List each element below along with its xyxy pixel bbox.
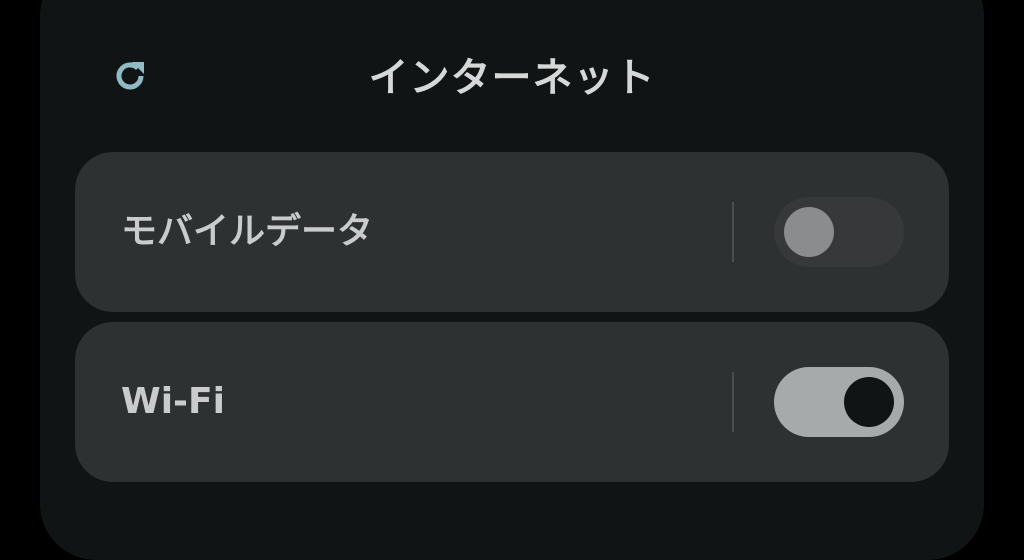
mobile-data-label: モバイルデータ [121,211,374,252]
page-title: インターネット [368,55,656,101]
divider [732,202,734,262]
mobile-data-toggle[interactable] [774,197,904,267]
wifi-label: Wi-Fi [121,381,225,422]
toggle-knob [844,377,894,427]
mobile-data-card[interactable]: モバイルデータ [75,152,949,312]
toggle-knob [784,207,834,257]
panel-header: インターネット [0,0,1024,160]
wifi-toggle[interactable] [774,367,904,437]
divider [732,372,734,432]
wifi-card[interactable]: Wi-Fi [75,322,949,482]
